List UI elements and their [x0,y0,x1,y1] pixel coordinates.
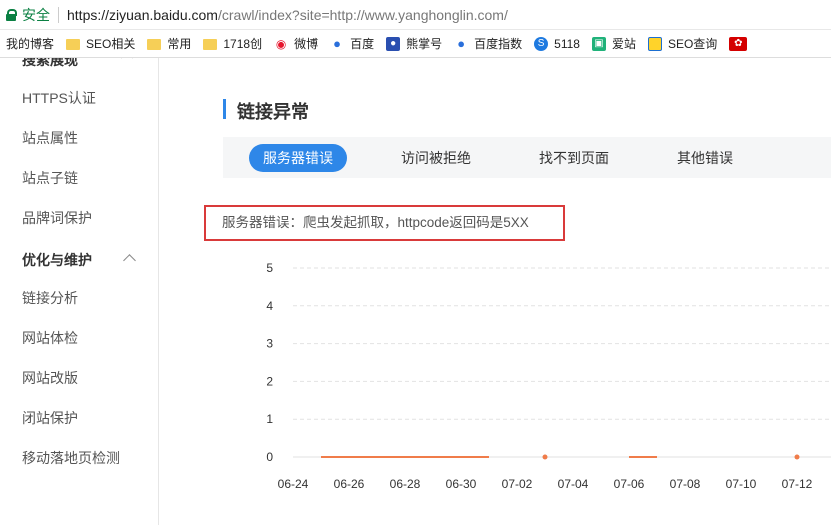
bookmark-label: 我的博客 [6,37,55,51]
address-bar[interactable]: 安全 https://ziyuan.baidu.com /crawl/index… [0,0,831,30]
bookmark-5118[interactable]: S 5118 [534,36,580,51]
bookmark-baidu[interactable]: ● 百度 [330,35,374,52]
lock-icon [6,8,17,21]
x-tick-label: 07-10 [726,477,757,491]
bookmark-label: 1718创 [223,37,263,51]
bookmark-baidu-index[interactable]: ● 百度指数 [454,35,522,52]
baidu-paw-icon: ● [333,35,342,51]
x-tick-label: 07-04 [558,477,589,491]
sidebar-group-search-display[interactable]: 搜索展现 [22,58,78,70]
chevron-up-icon[interactable] [123,254,136,267]
5118-icon: S [534,36,549,51]
baidu-paw-icon: ● [457,35,466,51]
seo-query-icon [647,36,662,51]
address-separator [58,6,59,23]
sidebar-item-https[interactable]: HTTPS认证 [22,88,96,108]
x-tick-label: 06-28 [390,477,421,491]
sidebar-item-link-analysis[interactable]: 链接分析 [22,288,78,308]
y-tick-label: 4 [266,299,273,313]
bookmark-label: 5118 [554,36,580,51]
red-site-icon: ✿ [729,36,748,51]
sidebar-item-mobile-landing-check[interactable]: 移动落地页检测 [22,448,120,468]
bookmark-label: 爱站 [611,37,636,51]
bookmark-label: 常用 [167,37,192,51]
chevron-up-icon[interactable] [119,58,135,65]
bookmark-label: 熊掌号 [406,37,443,51]
y-tick-label: 3 [266,337,273,351]
sidebar-item-site-close-protection[interactable]: 闭站保护 [22,408,78,428]
x-tick-label: 07-12 [782,477,813,491]
folder-icon [66,39,81,50]
bear-paw-icon: ● [386,36,401,51]
data-point[interactable] [542,454,548,460]
sidebar-item-site-attributes[interactable]: 站点属性 [22,128,78,148]
bookmarks-bar: 我的博客 SEO相关 常用 1718创 ◉ 微博 ● 百度 ● 熊掌号 ● 百度… [0,30,831,58]
folder-icon [147,39,162,50]
bookmark-label: 百度 [350,37,375,51]
y-tick-label: 0 [266,450,273,464]
bookmark-overflow[interactable]: ✿ [729,36,753,51]
sidebar-item-brand-protection[interactable]: 品牌词保护 [22,208,92,228]
url-host[interactable]: https://ziyuan.baidu.com [67,7,218,23]
bookmark-label: 百度指数 [474,37,523,51]
bookmark-xiongzhang[interactable]: ● 熊掌号 [386,35,442,52]
bookmark-seo-query[interactable]: SEO查询 [647,35,718,52]
sidebar-item-site-sublinks[interactable]: 站点子链 [22,168,78,188]
y-tick-label: 5 [266,261,273,275]
bookmark-seo-folder[interactable]: SEO相关 [66,35,135,52]
bookmark-label: 微博 [294,37,319,51]
bookmark-my-blog[interactable]: 我的博客 [6,35,54,52]
bookmark-common-folder[interactable]: 常用 [147,35,191,52]
sidebar-item-site-revision[interactable]: 网站改版 [22,368,78,388]
sidebar-item-site-checkup[interactable]: 网站体检 [22,328,78,348]
main-content: 链接异常 服务器错误 访问被拒绝 找不到页面 其他错误 服务器错误：爬虫发起抓取… [160,58,831,525]
sidebar-group-optimization[interactable]: 优化与维护 [22,250,92,270]
x-tick-label: 06-24 [278,477,309,491]
x-tick-label: 07-02 [502,477,533,491]
bookmark-weibo[interactable]: ◉ 微博 [274,35,318,52]
data-point[interactable] [794,454,800,460]
y-tick-label: 1 [266,412,273,426]
bookmark-label: SEO相关 [86,37,136,51]
weibo-icon: ◉ [275,36,287,51]
aizhan-icon: ▣ [591,36,606,51]
bookmark-1718-folder[interactable]: 1718创 [203,35,262,52]
error-trend-chart: 0 1 2 3 4 5 06-24 06-26 06-28 06-30 07-02 07-04 07-… [266,261,831,491]
x-tick-label: 06-26 [334,477,365,491]
folder-icon [203,39,218,50]
bookmark-label: SEO查询 [667,37,718,51]
x-tick-label: 07-06 [614,477,645,491]
url-path[interactable]: /crawl/index?site=http://www.yanghonglin… [218,7,508,23]
x-tick-label: 07-08 [670,477,701,491]
secure-label: 安全 [22,6,50,23]
sidebar: 搜索展现 HTTPS认证 站点属性 站点子链 品牌词保护 优化与维护 链接分析 … [0,58,159,525]
bookmark-aizhan[interactable]: ▣ 爱站 [591,35,636,52]
y-tick-label: 2 [266,374,273,388]
x-tick-label: 06-30 [446,477,477,491]
